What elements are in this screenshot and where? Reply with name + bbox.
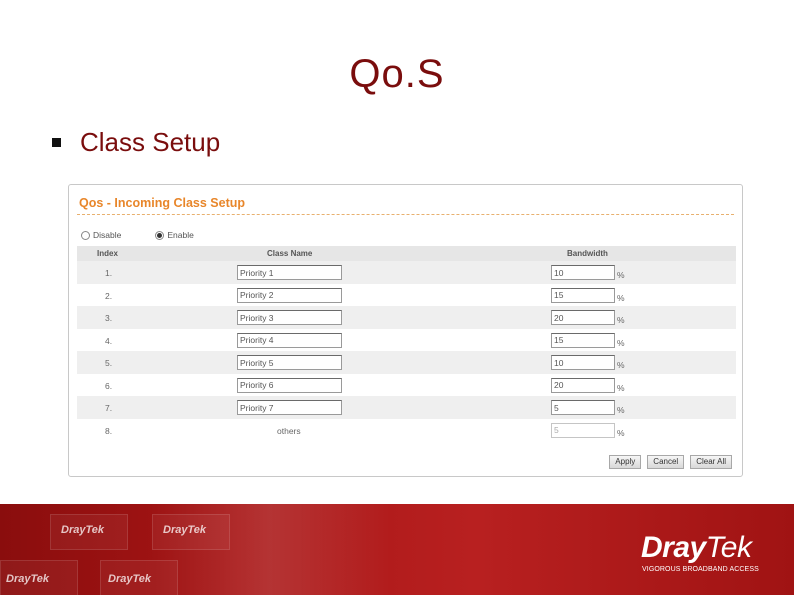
watermark-logo: DrayTek xyxy=(61,524,105,536)
row-index: 2. xyxy=(105,290,113,301)
class-name-input[interactable] xyxy=(237,265,342,280)
enable-radio-label[interactable]: Enable xyxy=(167,230,193,240)
bandwidth-input[interactable] xyxy=(551,310,615,325)
disable-radio[interactable] xyxy=(81,230,90,240)
cancel-button[interactable]: Cancel xyxy=(647,455,685,469)
panel-divider xyxy=(77,214,734,215)
row-index: 4. xyxy=(105,335,113,346)
watermark-logo: DrayTek xyxy=(108,573,152,585)
row-index: 6. xyxy=(105,380,113,391)
bandwidth-input[interactable] xyxy=(551,287,615,303)
percent-unit: % xyxy=(617,405,625,415)
bandwidth-input[interactable] xyxy=(551,377,615,393)
watermark-logo: DrayTek xyxy=(163,524,207,536)
clear-all-button[interactable]: Clear All xyxy=(690,455,732,469)
row-index: 3. xyxy=(105,313,113,323)
table-row: 8. others % xyxy=(77,419,736,442)
percent-unit: % xyxy=(617,382,625,393)
class-name-static: others xyxy=(277,425,301,436)
row-index: 7. xyxy=(105,403,113,413)
table-row: 4. % xyxy=(77,329,736,352)
table-row: 1. % xyxy=(77,261,736,284)
percent-unit: % xyxy=(617,315,625,325)
percent-unit: % xyxy=(617,270,625,280)
panel-title: Qos - Incoming Class Setup xyxy=(79,196,245,210)
slide-title: Qo.S xyxy=(349,52,445,96)
bullet-row: Class Setup xyxy=(52,127,220,158)
table-header: Index Class Name Bandwidth xyxy=(77,246,736,261)
class-name-input[interactable] xyxy=(237,310,342,325)
bandwidth-input-disabled xyxy=(551,422,615,438)
table-row: 7. % xyxy=(77,396,736,419)
class-name-input[interactable] xyxy=(237,400,342,415)
class-table: Index Class Name Bandwidth 1. % 2. % 3. xyxy=(77,246,736,441)
column-header-bandwidth: Bandwidth xyxy=(567,249,608,258)
percent-unit: % xyxy=(617,292,625,303)
mode-radio-group: Disable Enable xyxy=(81,230,228,240)
footer-banner: DrayTek DrayTek DrayTek DrayTek DrayTek … xyxy=(0,504,794,595)
qos-class-setup-panel: Qos - Incoming Class Setup Disable Enabl… xyxy=(68,184,743,477)
table-row: 2. % xyxy=(77,284,736,307)
logo-tagline: VIGOROUS BROADBAND ACCESS xyxy=(642,566,759,573)
apply-button[interactable]: Apply xyxy=(609,455,642,469)
bandwidth-input[interactable] xyxy=(551,400,615,415)
square-bullet-icon xyxy=(52,138,61,147)
column-header-class-name: Class Name xyxy=(267,249,313,258)
row-index: 8. xyxy=(105,425,113,436)
bandwidth-input[interactable] xyxy=(551,265,615,280)
row-index: 5. xyxy=(105,358,113,368)
table-row: 6. % xyxy=(77,374,736,397)
class-name-input[interactable] xyxy=(237,355,342,370)
class-name-input[interactable] xyxy=(237,287,342,303)
disable-radio-label[interactable]: Disable xyxy=(93,230,121,240)
table-row: 5. % xyxy=(77,351,736,374)
row-index: 1. xyxy=(105,268,113,278)
bandwidth-input[interactable] xyxy=(551,332,615,348)
logo-dray: Dray xyxy=(641,531,706,564)
enable-radio[interactable] xyxy=(155,230,165,240)
slide: Qo.S Class Setup Qos - Incoming Class Se… xyxy=(0,0,794,595)
logo-tek: Tek xyxy=(705,531,752,564)
percent-unit: % xyxy=(617,427,625,438)
draytek-logo: DrayTek xyxy=(641,531,752,565)
table-row: 3. % xyxy=(77,306,736,329)
class-name-input[interactable] xyxy=(237,332,342,348)
class-name-input[interactable] xyxy=(237,377,342,393)
percent-unit: % xyxy=(617,360,625,370)
column-header-index: Index xyxy=(97,249,118,258)
watermark-logo: DrayTek xyxy=(6,573,50,585)
action-buttons: Apply Cancel Clear All xyxy=(603,455,732,469)
bandwidth-input[interactable] xyxy=(551,355,615,370)
bullet-text: Class Setup xyxy=(80,127,221,157)
percent-unit: % xyxy=(617,337,625,348)
